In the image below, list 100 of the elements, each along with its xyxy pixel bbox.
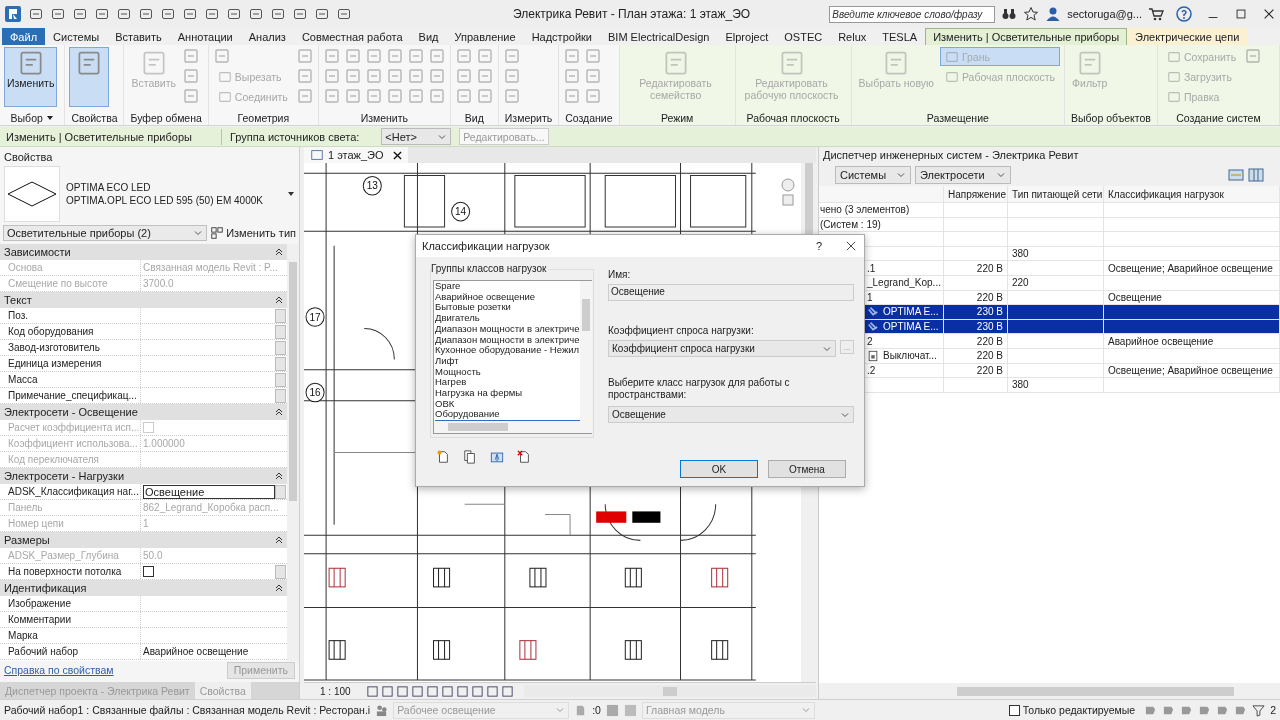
- checkbox-label[interactable]: Только редактируемые: [1022, 704, 1136, 716]
- view-control-icon[interactable]: [381, 684, 394, 698]
- binoculars-icon[interactable]: [1001, 6, 1018, 22]
- type-selector[interactable]: OPTIMA ECO LED OPTIMA.OPL ECO LED 595 (50) EM 4000K: [0, 165, 299, 223]
- scrollbar[interactable]: [287, 244, 299, 661]
- ribbon-tab[interactable]: Elproject: [717, 28, 777, 45]
- copy-icon[interactable]: [463, 450, 477, 465]
- list-item[interactable]: Мощность: [435, 366, 580, 378]
- ribbon-tab[interactable]: Системы: [45, 28, 108, 45]
- checkbox[interactable]: [1008, 704, 1020, 716]
- ribbon-tab[interactable]: TESLA: [874, 28, 926, 45]
- worksets-icon[interactable]: [375, 703, 389, 717]
- category-dropdown[interactable]: Осветительные приборы (2): [3, 225, 208, 241]
- edit-button[interactable]: [275, 388, 286, 403]
- view-control-icon[interactable]: [501, 684, 514, 698]
- demand-factor-dropdown[interactable]: Коэффициент спроса нагрузки: [608, 340, 836, 357]
- table-row[interactable]: (Систем : 19): [819, 217, 1280, 233]
- list-item[interactable]: Spare: [435, 281, 580, 292]
- ribbon-tab[interactable]: Вставить: [107, 28, 170, 45]
- scrollbar[interactable]: [579, 281, 592, 422]
- systems-dropdown[interactable]: Системы: [835, 165, 911, 184]
- help-link[interactable]: Справка по свойствам: [4, 664, 114, 676]
- help-icon[interactable]: [1176, 6, 1192, 22]
- new-document-icon[interactable]: [436, 450, 450, 465]
- list-item[interactable]: Лифт: [435, 355, 580, 367]
- group-header[interactable]: Электросети - Освещение: [0, 404, 287, 420]
- edit-button[interactable]: [275, 564, 286, 579]
- collapse-icon[interactable]: [275, 296, 283, 304]
- star-icon[interactable]: [1023, 6, 1040, 22]
- dialog-button[interactable]: Отмена: [768, 460, 846, 478]
- list-item[interactable]: Двигатель: [435, 313, 580, 324]
- scrollbar[interactable]: [524, 685, 816, 697]
- ribbon-tab[interactable]: Управление: [446, 28, 524, 45]
- dialog-button[interactable]: OK: [680, 460, 758, 478]
- close-icon[interactable]: [393, 150, 402, 160]
- list-item[interactable]: Нагрузка на фермы: [435, 388, 580, 399]
- panel-label[interactable]: Выбор: [4, 111, 61, 125]
- view-control-icon[interactable]: [456, 684, 469, 698]
- scrollbar[interactable]: [434, 421, 592, 434]
- maximize-icon[interactable]: [1234, 7, 1248, 21]
- group-header[interactable]: Текст: [0, 292, 287, 308]
- ribbon-tab[interactable]: Изменить | Осветительные приборы: [925, 28, 1128, 45]
- ribbon-tab[interactable]: OSTEC: [776, 28, 831, 45]
- ribbon-tab[interactable]: Вид: [410, 28, 447, 45]
- table-row[interactable]: чено (3 элементов): [819, 203, 1280, 218]
- edit-type-button[interactable]: Изменить тип: [210, 226, 296, 240]
- close-icon[interactable]: [846, 241, 856, 251]
- view-tab[interactable]: 1 этаж_ЭО: [304, 147, 408, 163]
- list-item[interactable]: ОВК: [435, 398, 580, 410]
- app-logo-icon[interactable]: [4, 5, 22, 23]
- list-item[interactable]: Диапазон мощности в электриче: [435, 323, 580, 335]
- ribbon-tab[interactable]: BIM ElectricalDesign: [600, 28, 718, 45]
- collapse-icon[interactable]: [275, 408, 283, 416]
- columns-icon[interactable]: [1248, 166, 1264, 183]
- ribbon-tab[interactable]: Совместная работа: [293, 28, 411, 45]
- ribbon-button[interactable]: Изменить: [4, 47, 58, 107]
- user-name[interactable]: sectoruga@g...: [1067, 8, 1142, 20]
- name-field[interactable]: Освещение: [608, 284, 854, 301]
- view-control-icon[interactable]: [411, 684, 424, 698]
- column-header[interactable]: Тип питающей сети: [1008, 186, 1104, 202]
- group-header[interactable]: Размеры: [0, 532, 287, 548]
- group-dropdown[interactable]: <Нет>: [381, 128, 452, 145]
- load-class-dropdown[interactable]: Освещение: [608, 406, 854, 423]
- group-header[interactable]: Зависимости: [0, 244, 287, 260]
- filter-icon[interactable]: [1252, 703, 1266, 717]
- ribbon-button[interactable]: [69, 47, 110, 107]
- collapse-icon[interactable]: [275, 536, 283, 544]
- group-header[interactable]: Электросети - Нагрузки: [0, 468, 287, 484]
- list-item[interactable]: Бытовые розетки: [435, 302, 580, 314]
- caret-icon[interactable]: [45, 114, 54, 122]
- view-control-icon[interactable]: [396, 684, 409, 698]
- list-item[interactable]: Кухонное оборудование - Нежил: [435, 345, 580, 356]
- edit-button[interactable]: [275, 372, 286, 387]
- user-icon[interactable]: [1045, 6, 1062, 22]
- ribbon-tab[interactable]: Электрические цепи: [1127, 28, 1248, 45]
- list-item[interactable]: Диапазон мощности в электриче: [435, 334, 580, 346]
- collapse-icon[interactable]: [275, 584, 283, 592]
- group-header[interactable]: Идентификация: [0, 580, 287, 596]
- autofit-icon[interactable]: [1228, 166, 1244, 183]
- column-header[interactable]: Напряжение: [944, 186, 1008, 202]
- scrollbar[interactable]: [819, 683, 1280, 699]
- delete-document-icon[interactable]: [517, 450, 531, 465]
- edit-button[interactable]: [275, 356, 286, 371]
- view-control-icon[interactable]: [471, 684, 484, 698]
- close-icon[interactable]: [1262, 7, 1276, 21]
- ribbon-tab[interactable]: Аннотации: [169, 28, 241, 45]
- view-control-icon[interactable]: [441, 684, 454, 698]
- collapse-icon[interactable]: [275, 472, 283, 480]
- checkbox[interactable]: [143, 566, 154, 577]
- value-field[interactable]: Освещение: [143, 484, 275, 499]
- ribbon-tab[interactable]: Файл: [2, 28, 46, 45]
- ribbon-tab[interactable]: Relux: [830, 28, 875, 45]
- discipline-dropdown[interactable]: Электросети: [915, 165, 1011, 184]
- list-item[interactable]: Нагрев: [435, 377, 580, 389]
- rename-icon[interactable]: [490, 450, 504, 465]
- view-control-icon[interactable]: [486, 684, 499, 698]
- view-control-icon[interactable]: [366, 684, 379, 698]
- list-item[interactable]: Аварийное освещение: [435, 291, 580, 303]
- edit-button[interactable]: [275, 324, 286, 339]
- ribbon-tab[interactable]: Анализ: [240, 28, 294, 45]
